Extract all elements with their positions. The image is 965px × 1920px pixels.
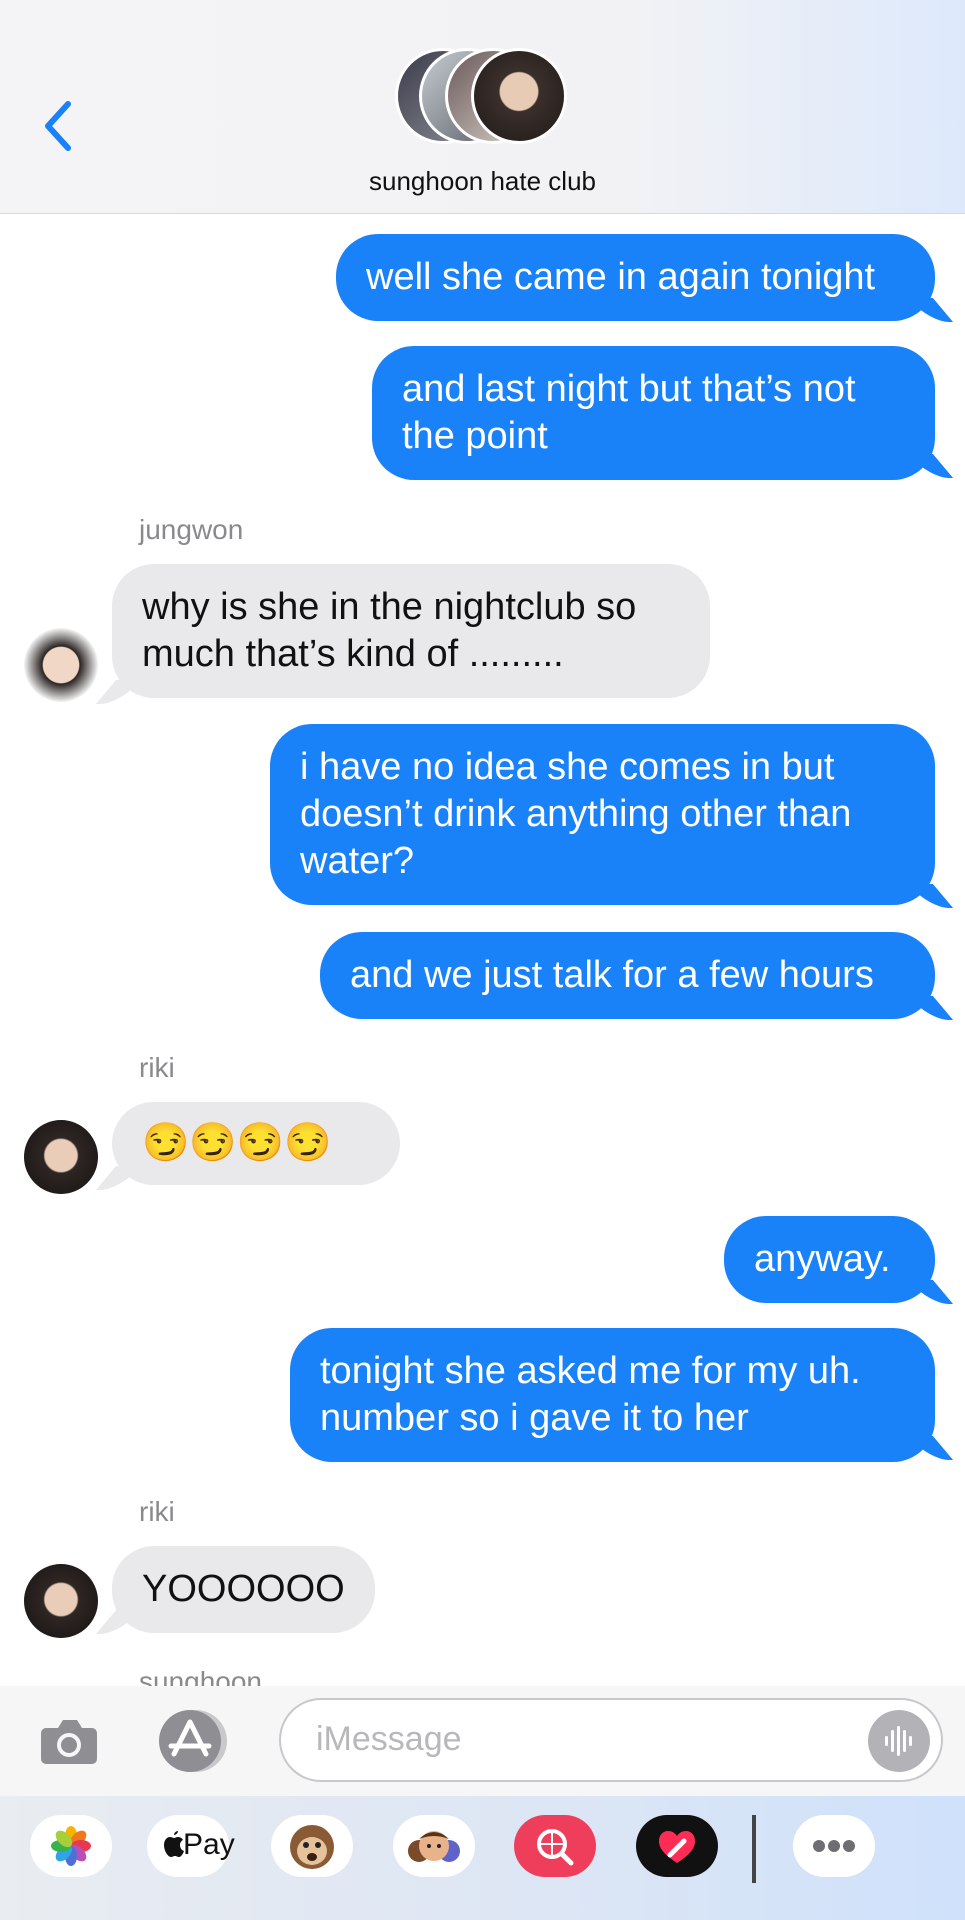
message-thread[interactable]: well she came in again tonight and last … [0, 214, 965, 1686]
tray-divider [752, 1815, 756, 1883]
camera-icon[interactable] [36, 1710, 102, 1772]
message-text: anyway. [754, 1238, 891, 1280]
message-text: why is she in the nightclub so much that… [142, 586, 637, 675]
group-avatars[interactable] [395, 48, 575, 148]
outgoing-message[interactable]: well she came in again tonight [336, 234, 935, 321]
message-text: well she came in again tonight [366, 256, 876, 298]
apple-pay-button[interactable]: Pay [147, 1815, 235, 1877]
apple-pay-label: Pay [183, 1828, 235, 1861]
message-text: tonight she asked me for my uh. number s… [320, 1350, 861, 1439]
sender-name: sunghoon [139, 1666, 263, 1686]
message-text: i have no idea she comes in but doesn’t … [300, 746, 852, 882]
app-store-icon[interactable] [154, 1706, 234, 1776]
outgoing-message[interactable]: anyway. [724, 1216, 935, 1303]
outgoing-message[interactable]: and we just talk for a few hours [320, 932, 935, 1019]
message-text: 😏😏😏😏 [142, 1122, 332, 1164]
message-text: and we just talk for a few hours [350, 954, 874, 996]
incoming-message[interactable]: YOOOOOO [112, 1546, 375, 1633]
memoji-stickers-icon[interactable] [393, 1815, 475, 1877]
avatar-riki[interactable] [24, 1120, 98, 1194]
outgoing-message[interactable]: i have no idea she comes in but doesn’t … [270, 724, 935, 905]
message-text: YOOOOOO [142, 1568, 345, 1610]
message-text: and last night but that’s not the point [402, 368, 856, 457]
incoming-message[interactable]: why is she in the nightclub so much that… [112, 564, 710, 698]
digital-touch-icon[interactable] [636, 1815, 718, 1877]
incoming-message[interactable]: 😏😏😏😏 [112, 1102, 400, 1185]
back-chevron-icon[interactable] [38, 96, 82, 156]
avatar-riki[interactable] [24, 1564, 98, 1638]
audio-waveform-icon[interactable] [868, 1710, 930, 1772]
outgoing-message[interactable]: tonight she asked me for my uh. number s… [290, 1328, 935, 1462]
group-avatar-4 [471, 48, 567, 144]
avatar-jungwon[interactable] [24, 628, 98, 702]
web-search-icon[interactable] [514, 1815, 596, 1877]
group-name[interactable]: sunghoon hate club [0, 166, 965, 197]
sender-name: riki [139, 1052, 175, 1083]
message-input-placeholder: iMessage [316, 1720, 462, 1758]
sender-name: jungwon [139, 514, 244, 545]
more-icon[interactable] [793, 1815, 875, 1877]
sender-name: riki [139, 1496, 175, 1527]
photos-icon[interactable] [30, 1815, 112, 1877]
outgoing-message[interactable]: and last night but that’s not the point [372, 346, 935, 480]
animoji-icon[interactable] [271, 1815, 353, 1877]
